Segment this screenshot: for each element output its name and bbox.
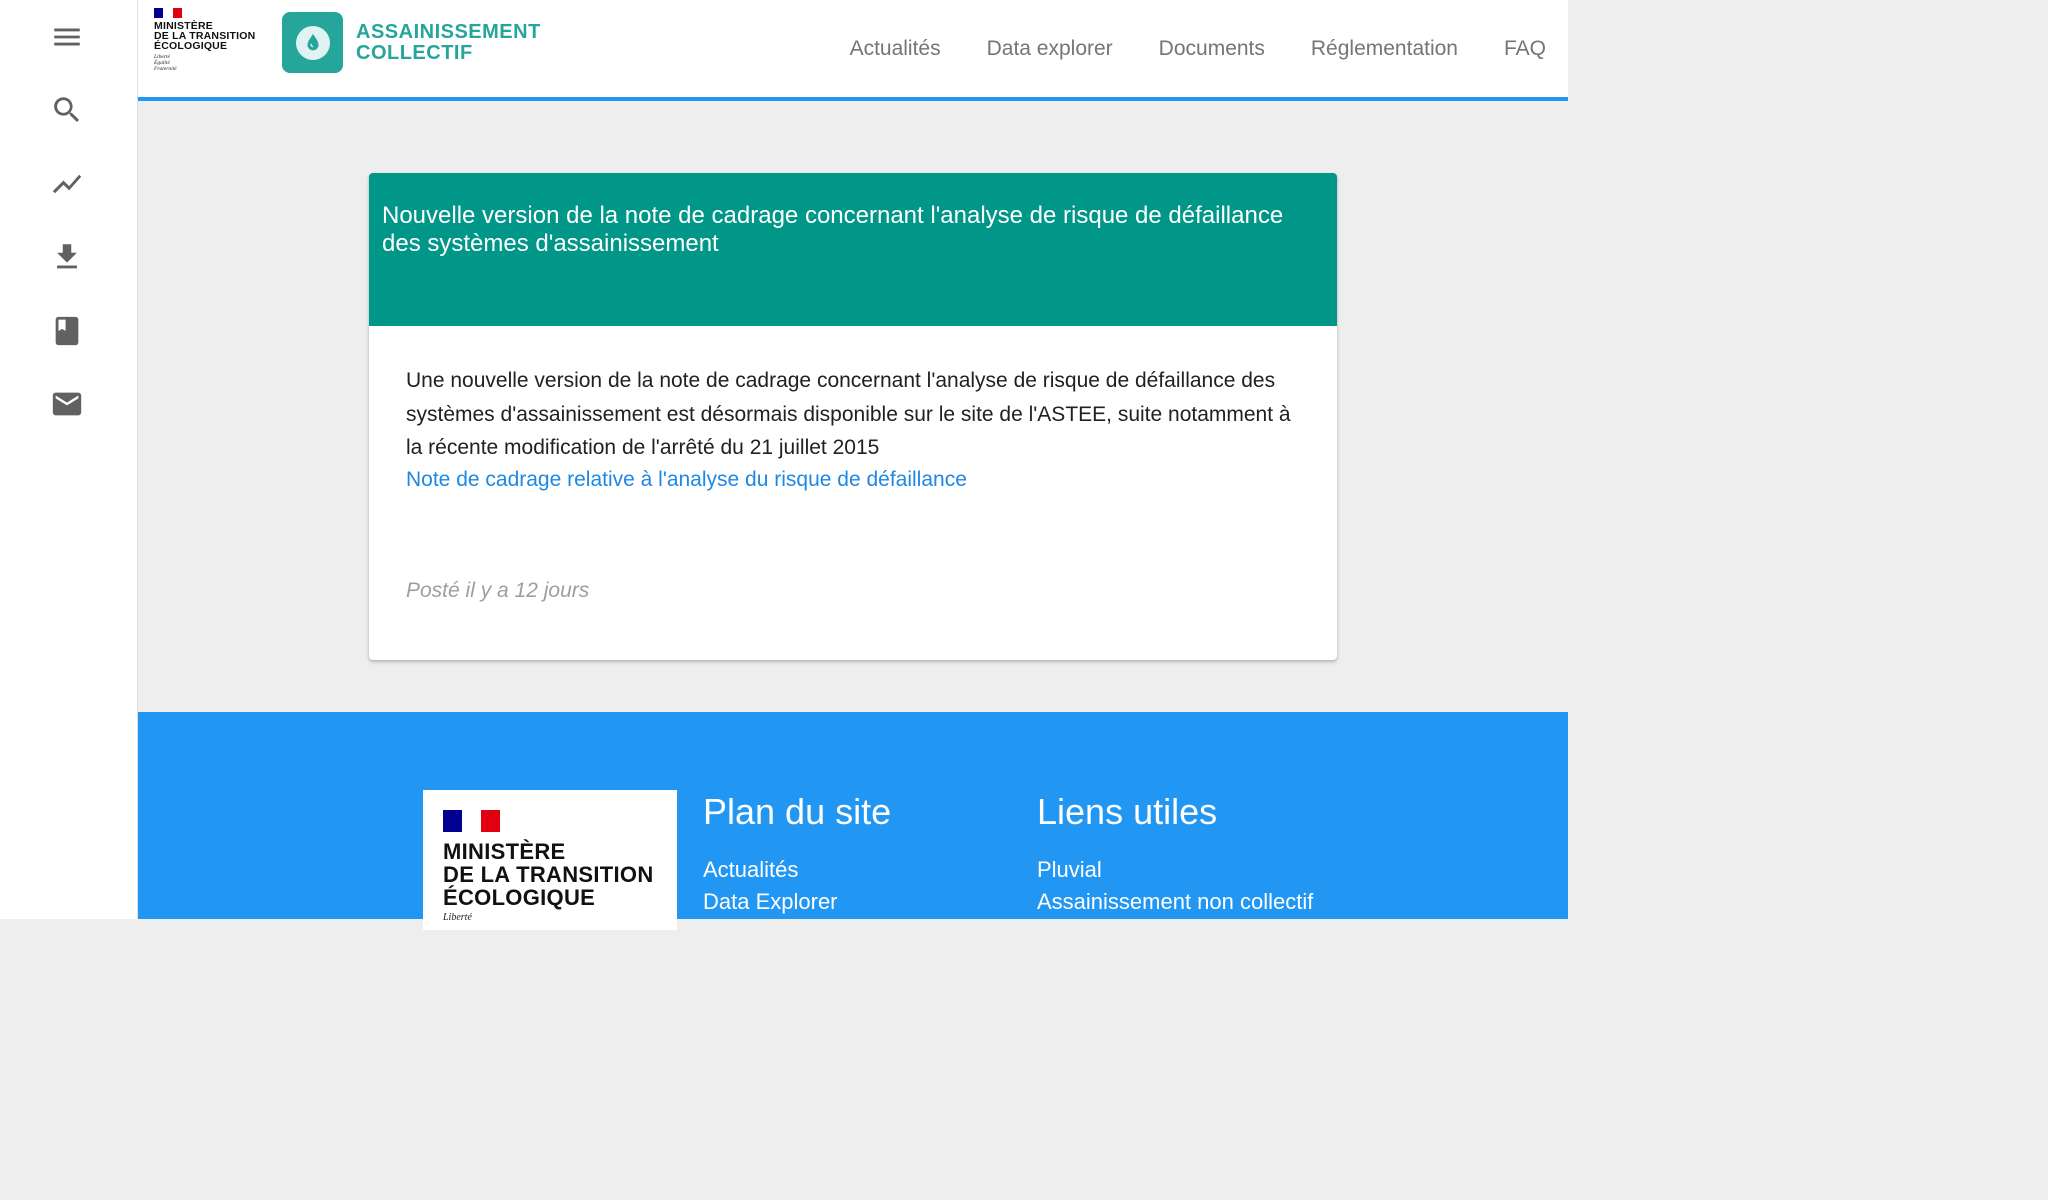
ministry-line-3: ÉCOLOGIQUE: [154, 40, 228, 52]
menu-icon: [54, 28, 80, 46]
data-explorer-button[interactable]: [47, 164, 87, 204]
contact-button[interactable]: [47, 384, 87, 424]
side-rail: [0, 0, 138, 919]
main-nav: Actualités Data explorer Documents Régle…: [804, 34, 1568, 64]
nav-reglementation[interactable]: Réglementation: [1311, 34, 1458, 64]
news-card: Nouvelle version de la note de cadrage c…: [369, 173, 1337, 660]
sitemap-link-data-explorer[interactable]: Data Explorer: [703, 886, 891, 918]
trending-icon: [52, 174, 82, 194]
motto-line-3: Fraternité: [154, 66, 177, 72]
ministry-name: MINISTÈRE DE LA TRANSITION ÉCOLOGIQUE: [154, 21, 264, 52]
nav-data-explorer[interactable]: Data explorer: [987, 34, 1113, 64]
footer-ministry-name: MINISTÈRE DE LA TRANSITION ÉCOLOGIQUE: [443, 840, 654, 909]
search-button[interactable]: [47, 90, 87, 130]
news-posted-date: Posté il y a 12 jours: [406, 579, 590, 602]
footer-motto: Liberté: [443, 912, 472, 923]
french-flag-icon: [154, 8, 182, 18]
book-icon: [55, 316, 79, 346]
nav-documents[interactable]: Documents: [1159, 34, 1265, 64]
useful-link-anc[interactable]: Assainissement non collectif: [1037, 886, 1313, 918]
app-name-line-2: COLLECTIF: [356, 42, 473, 64]
useful-links-column: Liens utiles Pluvial Assainissement non …: [1037, 790, 1313, 918]
app-logo-icon[interactable]: [282, 12, 343, 73]
footer-ministry-line-2: DE LA TRANSITION: [443, 862, 654, 887]
sitemap-title: Plan du site: [703, 791, 892, 832]
app-name[interactable]: ASSAINISSEMENT COLLECTIF: [356, 22, 541, 64]
sitemap-column: Plan du site Actualités Data Explorer: [703, 790, 891, 918]
ministry-logo[interactable]: MINISTÈRE DE LA TRANSITION ÉCOLOGIQUE Li…: [154, 8, 264, 78]
ministry-motto: Liberté Égalité Fraternité: [154, 54, 264, 72]
water-drop-icon: [295, 25, 330, 60]
news-document-link[interactable]: Note de cadrage relative à l'analyse du …: [406, 465, 1300, 495]
download-button[interactable]: [47, 237, 87, 277]
footer-ministry-line-1: MINISTÈRE: [443, 839, 566, 864]
news-body: Une nouvelle version de la note de cadra…: [406, 369, 1291, 459]
useful-link-pluvial[interactable]: Pluvial: [1037, 854, 1313, 886]
mail-icon: [52, 392, 82, 416]
footer-flag-icon: [443, 810, 500, 832]
news-card-body: Une nouvelle version de la note de cadra…: [369, 326, 1337, 495]
site-footer: MINISTÈRE DE LA TRANSITION ÉCOLOGIQUE Li…: [138, 712, 1568, 930]
news-title: Nouvelle version de la note de cadrage c…: [382, 202, 1284, 257]
footer-ministry-line-3: ÉCOLOGIQUE: [443, 885, 596, 910]
useful-links-title: Liens utiles: [1037, 791, 1218, 832]
download-icon: [57, 244, 77, 269]
news-card-header: Nouvelle version de la note de cadrage c…: [369, 173, 1337, 326]
nav-actualites[interactable]: Actualités: [850, 34, 941, 64]
app-name-line-1: ASSAINISSEMENT: [356, 21, 541, 43]
top-header: MINISTÈRE DE LA TRANSITION ÉCOLOGIQUE Li…: [138, 0, 1568, 101]
documents-button[interactable]: [47, 311, 87, 351]
sitemap-link-actualites[interactable]: Actualités: [703, 854, 891, 886]
nav-faq[interactable]: FAQ: [1504, 34, 1546, 64]
menu-button[interactable]: [47, 17, 87, 57]
search-icon: [54, 97, 80, 123]
footer-ministry-logo[interactable]: MINISTÈRE DE LA TRANSITION ÉCOLOGIQUE Li…: [423, 790, 677, 930]
